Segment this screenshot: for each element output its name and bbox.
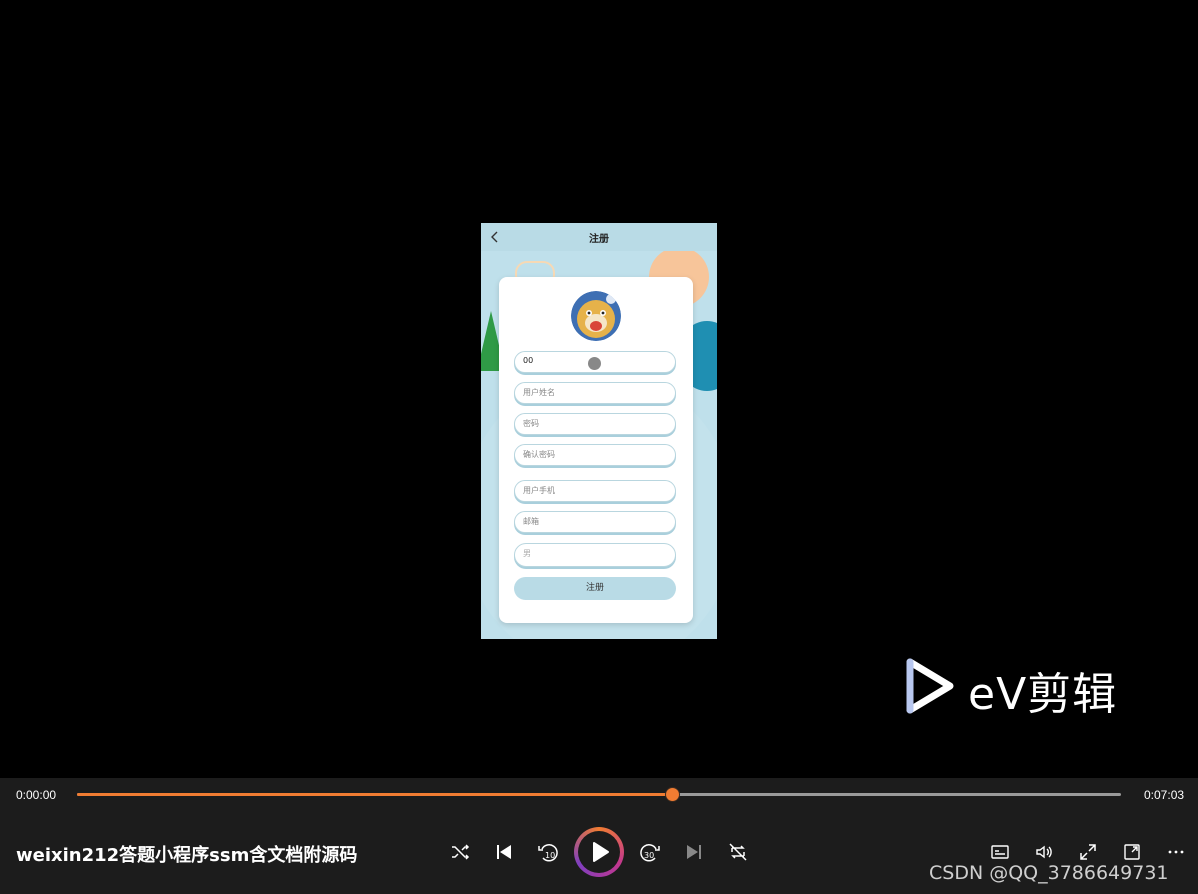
- volume-button[interactable]: [1032, 840, 1056, 864]
- name-field-placeholder: 用户姓名: [523, 388, 555, 397]
- seek-bar[interactable]: [77, 787, 1121, 802]
- avatar[interactable]: [571, 291, 621, 341]
- skip-next-icon: [687, 845, 701, 859]
- more-icon: [1168, 850, 1184, 854]
- register-form: 00 用户姓名 密码 确认密码 用户手机 邮箱 男 注册: [499, 277, 693, 623]
- video-area[interactable]: 注册 00 用户姓名 密码 确认密码 用户手机 邮箱 男 注册 eV剪辑: [0, 0, 1198, 778]
- next-button[interactable]: [682, 840, 706, 864]
- gender-select-value: 男: [523, 549, 531, 558]
- phone-number-field-placeholder: 用户手机: [523, 486, 555, 495]
- watermark: CSDN @QQ_3786649731: [929, 862, 1169, 884]
- repeat-off-icon: [729, 843, 747, 861]
- ev-logo: eV剪辑: [904, 656, 1144, 720]
- miniplayer-icon: [1124, 844, 1140, 860]
- fullscreen-button[interactable]: [1076, 840, 1100, 864]
- account-field-value: 00: [523, 356, 534, 365]
- phone-screen: 注册 00 用户姓名 密码 确认密码 用户手机 邮箱 男 注册: [481, 223, 717, 639]
- volume-icon: [1036, 845, 1052, 859]
- player-controls: 0:00:00 0:07:03 weixin212答题小程序ssm含文档附源码 …: [0, 778, 1198, 894]
- confirm-password-field[interactable]: 确认密码: [514, 444, 676, 466]
- previous-button[interactable]: [492, 840, 516, 864]
- video-title: weixin212答题小程序ssm含文档附源码: [16, 845, 358, 866]
- play-icon: [593, 842, 609, 862]
- forward-30-button[interactable]: 30: [638, 840, 662, 864]
- shuffle-button[interactable]: [448, 840, 472, 864]
- svg-text:10: 10: [545, 851, 555, 860]
- phone-number-field[interactable]: 用户手机: [514, 480, 676, 502]
- more-options-button[interactable]: [1164, 840, 1188, 864]
- password-field[interactable]: 密码: [514, 413, 676, 435]
- rewind-10-icon: 10: [538, 844, 558, 862]
- page-title: 注册: [589, 234, 609, 245]
- password-field-placeholder: 密码: [523, 419, 539, 428]
- logo-text: eV剪辑: [968, 669, 1118, 720]
- seek-thumb[interactable]: [665, 787, 681, 802]
- fullscreen-icon: [1080, 844, 1096, 860]
- email-field[interactable]: 邮箱: [514, 511, 676, 533]
- seek-progress: [77, 793, 673, 796]
- rewind-10-button[interactable]: 10: [536, 840, 560, 864]
- touch-cursor: [588, 357, 601, 370]
- name-field[interactable]: 用户姓名: [514, 382, 676, 404]
- play-button-inner: [578, 831, 620, 873]
- gender-select[interactable]: 男: [514, 543, 676, 567]
- confirm-password-field-placeholder: 确认密码: [523, 450, 555, 459]
- skip-previous-icon: [497, 845, 511, 859]
- play-logo-icon: [906, 658, 954, 714]
- phone-header: 注册: [481, 223, 717, 251]
- forward-30-icon: 30: [640, 844, 660, 862]
- miniplayer-button[interactable]: [1120, 840, 1144, 864]
- shuffle-icon: [452, 844, 470, 860]
- captions-button[interactable]: [988, 840, 1012, 864]
- play-button[interactable]: [574, 827, 624, 877]
- current-time: 0:00:00: [16, 788, 57, 802]
- captions-icon: [991, 845, 1009, 859]
- svg-text:30: 30: [644, 851, 654, 860]
- email-field-placeholder: 邮箱: [523, 517, 539, 526]
- total-time: 0:07:03: [1144, 788, 1185, 802]
- register-button[interactable]: 注册: [514, 577, 676, 600]
- repeat-off-button[interactable]: [726, 840, 750, 864]
